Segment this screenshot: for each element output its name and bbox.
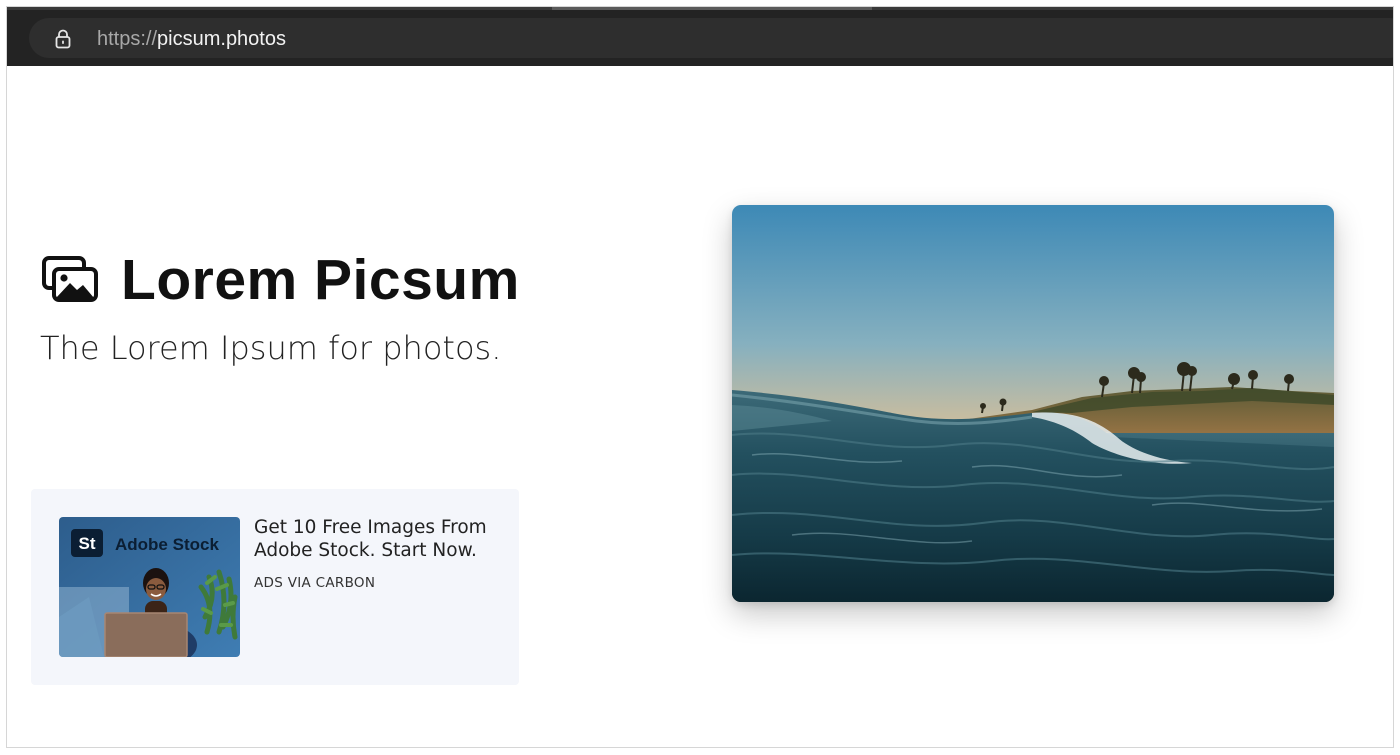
carbon-ad: St Adobe Stock Get 10 Free Images From A… [31, 489, 519, 685]
active-tab-indicator[interactable] [552, 7, 872, 10]
lock-icon[interactable] [53, 28, 73, 50]
ad-image[interactable]: St Adobe Stock [59, 517, 240, 657]
ad-image-logo: St [79, 534, 96, 553]
page-tagline: The Lorem Ipsum for photos. [40, 329, 502, 367]
images-icon [41, 255, 99, 303]
browser-window: https://picsum.photos Lorem Picsum The L… [6, 6, 1394, 748]
ad-text-link[interactable]: Get 10 Free Images From Adobe Stock. Sta… [254, 516, 504, 562]
hero-photo [732, 205, 1334, 602]
tab-strip [7, 7, 1393, 10]
page-title: Lorem Picsum [121, 248, 520, 312]
ad-image-brand: Adobe Stock [115, 535, 219, 554]
browser-toolbar: https://picsum.photos [7, 7, 1393, 66]
url-host: picsum.photos [157, 28, 286, 50]
url-scheme: https:// [97, 28, 158, 50]
address-bar[interactable]: https://picsum.photos [29, 18, 1393, 58]
url-text[interactable]: https://picsum.photos [97, 27, 286, 51]
ads-via-carbon-link[interactable]: ADS VIA CARBON [254, 575, 375, 591]
